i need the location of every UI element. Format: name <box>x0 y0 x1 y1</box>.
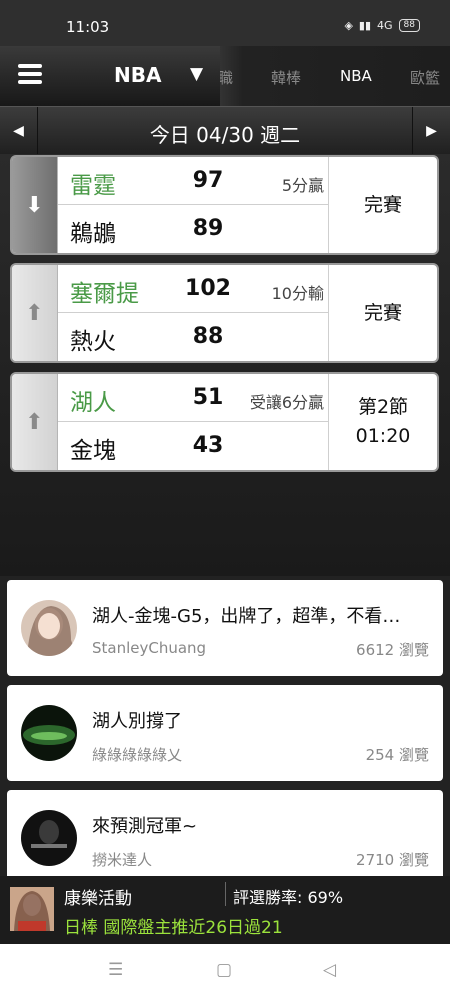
team-name: 熱火 <box>70 329 116 355</box>
game-status: 完賽 <box>328 265 437 361</box>
system-nav-bar: ☰ ▢ ◁ <box>0 944 450 1000</box>
user-avatar[interactable] <box>21 705 77 761</box>
team-name: 雷霆 <box>70 173 116 199</box>
promo-banner[interactable]: 康樂活動 評選勝率: 69% 日棒 國際盤主推近26日過21 <box>0 876 450 944</box>
spread-result: 5分贏 <box>281 176 324 195</box>
network-type-label: 4G <box>377 19 393 32</box>
game-status: 第2節 01:20 <box>328 374 437 470</box>
chevron-down-icon[interactable]: ▼ <box>190 64 203 84</box>
game-row-away: 金塊 43 <box>58 422 328 470</box>
game-card[interactable]: ⬇ 雷霆 97 5分贏 鵜鶘 89 完賽 <box>10 155 439 255</box>
tab-kbo[interactable]: 韓棒 <box>271 67 301 88</box>
game-clock: 01:20 <box>355 425 411 447</box>
post-item[interactable]: 來預測冠軍~ 撈米達人 2710 瀏覽 <box>7 790 443 876</box>
game-status-line1: 第2節 <box>357 396 409 418</box>
team-score: 102 <box>185 276 231 301</box>
promo-name: 康樂活動 <box>64 889 132 909</box>
status-icons: ◈ ▮▮ 4G 88 <box>344 19 420 32</box>
app-header: NBA ▼ 職 韓棒 NBA 歐籃 <box>0 46 450 106</box>
home-icon[interactable]: ▢ <box>216 960 232 980</box>
arrow-down-icon[interactable]: ⬇ <box>12 157 58 253</box>
game-row-home: 塞爾提 102 10分輸 <box>58 265 328 313</box>
current-date: 今日 04/30 週二 <box>149 123 301 147</box>
post-title: 來預測冠軍~ <box>92 816 198 837</box>
post-views: 2710 瀏覽 <box>356 851 429 869</box>
post-title: 湖人別撐了 <box>92 711 182 732</box>
promo-text[interactable]: 日棒 國際盤主推近26日過21 <box>64 913 283 938</box>
post-item[interactable]: 湖人別撐了 綠綠綠綠綠乂 254 瀏覽 <box>7 685 443 781</box>
wifi-icon: ◈ <box>344 19 353 32</box>
status-bar: 11:03 ◈ ▮▮ 4G 88 <box>0 0 450 46</box>
spread-result: 10分輸 <box>271 284 324 303</box>
post-title: 湖人-金塊-G5，出牌了，超準，不看… <box>92 606 401 627</box>
game-row-away: 鵜鶘 89 <box>58 205 328 253</box>
date-bar: ◀ 今日 04/30 週二 ▶ <box>0 106 450 155</box>
team-name: 鵜鶘 <box>70 221 116 247</box>
team-score: 43 <box>192 433 224 458</box>
league-selector[interactable]: NBA <box>114 63 161 87</box>
spread-result: 受讓6分贏 <box>249 393 324 412</box>
menu-icon[interactable] <box>18 64 42 84</box>
post-author[interactable]: StanleyChuang <box>92 639 206 657</box>
team-name: 金塊 <box>70 438 116 464</box>
post-author[interactable]: 綠綠綠綠綠乂 <box>92 744 182 765</box>
user-avatar[interactable] <box>21 810 77 866</box>
team-score: 97 <box>192 168 224 193</box>
game-status-line1: 完賽 <box>363 193 402 216</box>
arrow-up-icon[interactable]: ⬆ <box>12 265 58 361</box>
league-tabs: 職 韓棒 NBA 歐籃 <box>220 46 450 106</box>
menu-icon[interactable]: ☰ <box>108 960 123 980</box>
post-views: 6612 瀏覽 <box>356 641 429 659</box>
tab-baseball-pro[interactable]: 職 <box>220 67 233 88</box>
team-name: 湖人 <box>70 390 116 416</box>
battery-icon: 88 <box>398 19 420 32</box>
tab-nba[interactable]: NBA <box>340 67 372 85</box>
post-views: 254 瀏覽 <box>365 746 429 764</box>
promo-avatar <box>10 887 54 931</box>
game-row-home: 雷霆 97 5分贏 <box>58 157 328 205</box>
tab-euro-basketball[interactable]: 歐籃 <box>410 67 440 88</box>
promo-win-rate: 評選勝率: 69% <box>233 888 344 907</box>
team-score: 51 <box>192 385 224 410</box>
back-icon[interactable]: ◁ <box>323 960 336 980</box>
game-card[interactable]: ⬆ 塞爾提 102 10分輸 熱火 88 完賽 <box>10 263 439 363</box>
status-time: 11:03 <box>66 18 110 36</box>
game-row-home: 湖人 51 受讓6分贏 <box>58 374 328 422</box>
game-status: 完賽 <box>328 157 437 253</box>
team-score: 89 <box>192 216 224 241</box>
post-author[interactable]: 撈米達人 <box>92 849 152 870</box>
team-score: 88 <box>192 324 224 349</box>
team-name: 塞爾提 <box>70 281 139 307</box>
game-status-line1: 完賽 <box>363 301 402 324</box>
game-row-away: 熱火 88 <box>58 313 328 361</box>
next-date-icon[interactable]: ▶ <box>412 107 450 155</box>
divider <box>225 882 226 906</box>
user-avatar[interactable] <box>21 600 77 656</box>
signal-icon: ▮▮ <box>358 19 372 32</box>
arrow-up-icon[interactable]: ⬆ <box>12 374 58 470</box>
post-item[interactable]: 湖人-金塊-G5，出牌了，超準，不看… StanleyChuang 6612 瀏… <box>7 580 443 676</box>
game-card[interactable]: ⬆ 湖人 51 受讓6分贏 金塊 43 第2節 01:20 <box>10 372 439 472</box>
